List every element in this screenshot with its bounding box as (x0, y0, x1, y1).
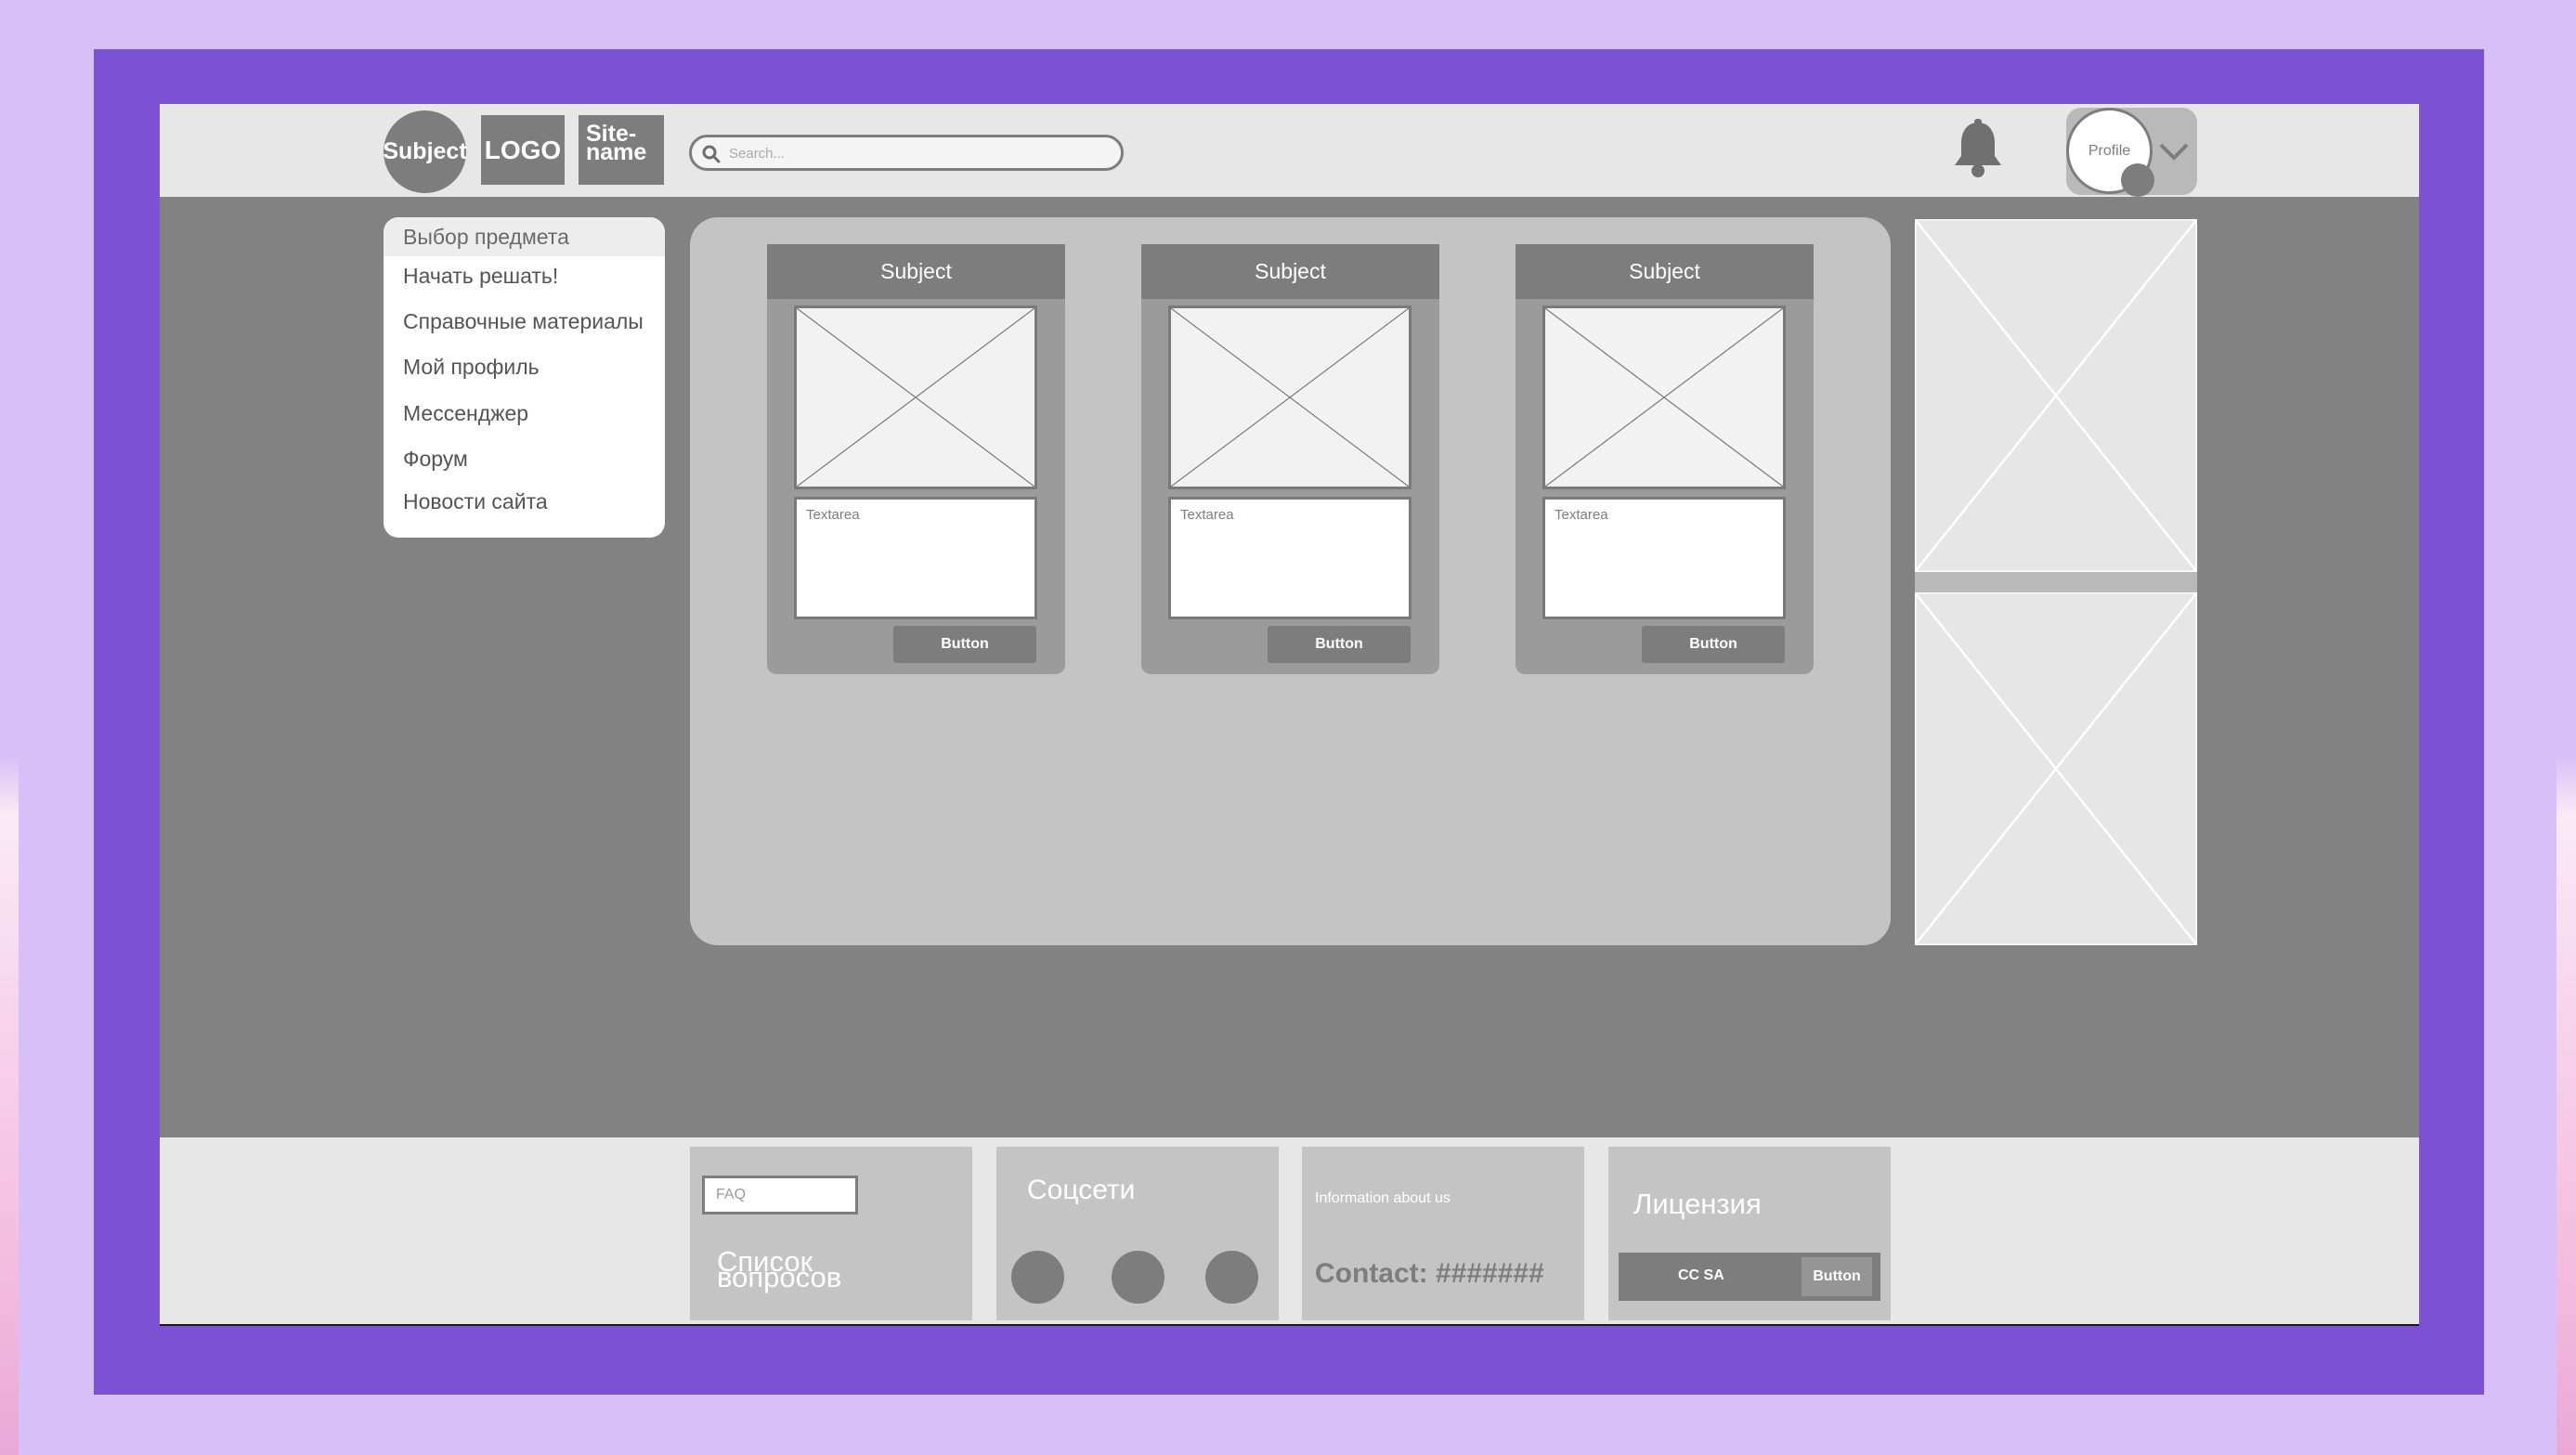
card-title[interactable]: Subject (767, 244, 1065, 299)
social-title: Соцсети (1027, 1175, 1136, 1205)
bell-icon[interactable] (1950, 119, 2006, 180)
side-image-placeholder-icon (1915, 592, 2197, 945)
subject-card: Subject Button (767, 244, 1065, 674)
social-link-icon[interactable] (1112, 1251, 1164, 1304)
menu-item-subject-choice[interactable]: Выбор предмета (384, 217, 665, 256)
card-button[interactable]: Button (1268, 626, 1411, 663)
faq-text-line-2: вопросов (717, 1261, 842, 1293)
menu-item-reference[interactable]: Справочные материалы (384, 302, 665, 341)
card-button[interactable]: Button (893, 626, 1036, 663)
faq-block: Список вопросов (690, 1147, 972, 1320)
sidebar-menu: Выбор предмета Начать решать! Справочные… (384, 217, 665, 538)
menu-item-site-news[interactable]: Новости сайта (384, 482, 665, 521)
profile-status-dot (2121, 163, 2154, 197)
license-button[interactable]: Button (1802, 1257, 1872, 1296)
menu-item-start-solving[interactable]: Начать решать! (384, 256, 665, 295)
subject-badge[interactable]: Subject (383, 110, 467, 193)
menu-item-messenger[interactable]: Мессенджер (384, 394, 665, 433)
menu-item-my-profile[interactable]: Мой профиль (384, 347, 665, 386)
license-block: Лицензия CC SA Button (1608, 1147, 1891, 1320)
image-placeholder-icon (794, 305, 1037, 489)
wireframe-screen: Subject LOGO Site- name Profile Выбор пр… (160, 104, 2419, 1326)
license-text: CC SA (1678, 1267, 1724, 1283)
card-button[interactable]: Button (1642, 626, 1785, 663)
card-title[interactable]: Subject (1141, 244, 1439, 299)
site-name-line-2: name (586, 139, 647, 165)
license-bar: CC SA Button (1619, 1253, 1880, 1301)
image-placeholder-icon (1542, 305, 1786, 489)
main-panel: Subject Button Subject Button Subject Bu… (690, 217, 1891, 945)
subject-card: Subject Button (1141, 244, 1439, 674)
faq-input[interactable] (702, 1176, 858, 1215)
contact-info: Contact: ####### (1315, 1258, 1544, 1289)
social-link-icon[interactable] (1205, 1251, 1258, 1304)
side-image-placeholder-icon (1915, 219, 2197, 572)
logo[interactable]: LOGO (481, 115, 565, 185)
social-link-icon[interactable] (1011, 1251, 1064, 1304)
faq-link[interactable]: Список вопросов (717, 1247, 949, 1293)
image-placeholder-icon (1168, 305, 1412, 489)
license-title: Лицензия (1633, 1188, 1762, 1220)
card-textarea[interactable] (1168, 497, 1412, 619)
card-title[interactable]: Subject (1516, 244, 1814, 299)
card-textarea[interactable] (794, 497, 1037, 619)
search-bar[interactable] (689, 135, 1124, 171)
chevron-down-icon[interactable] (2158, 141, 2190, 162)
header: Subject LOGO Site- name Profile (160, 104, 2419, 197)
menu-item-forum[interactable]: Форум (384, 439, 665, 478)
footer: Список вопросов Соцсети Information abou… (160, 1137, 2419, 1324)
about-info: Information about us (1315, 1190, 1451, 1206)
search-input[interactable] (729, 141, 1110, 165)
side-divider (1915, 572, 2197, 592)
subject-card: Subject Button (1516, 244, 1814, 674)
about-block: Information about us Contact: ####### (1302, 1147, 1584, 1320)
site-name[interactable]: Site- name (579, 115, 664, 185)
card-textarea[interactable] (1542, 497, 1786, 619)
social-block: Соцсети (996, 1147, 1279, 1320)
search-icon (702, 145, 721, 163)
